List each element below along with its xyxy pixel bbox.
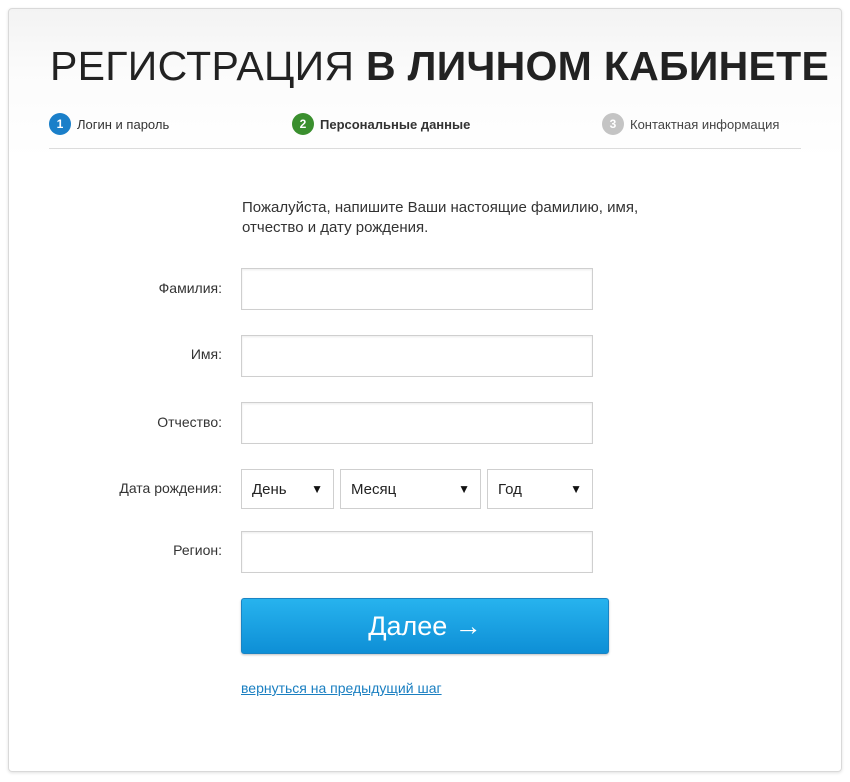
page-title-bold: В ЛИЧНОМ КАБИНЕТЕ [366,43,830,89]
step-1-label: Логин и пароль [77,116,170,132]
step-3-label: Контактная информация [630,116,780,132]
chevron-down-icon: ▼ [570,482,582,496]
step-login-password: 1 Логин и пароль [49,112,169,136]
step-personal-data: 2 Персональные данные [292,112,470,136]
region-label: Регион: [173,542,222,558]
birth-year-select[interactable]: Год ▼ [487,469,593,509]
patronymic-label: Отчество: [157,414,222,430]
steps-divider [49,148,801,149]
step-3-number-icon: 3 [602,113,624,135]
birth-day-value: День [252,480,287,498]
back-to-previous-step-link[interactable]: вернуться на предыдущий шаг [241,680,442,696]
patronymic-input[interactable] [241,402,593,444]
first-name-label: Имя: [190,346,222,362]
step-1-number-icon: 1 [49,113,71,135]
step-2-label: Персональные данные [320,116,471,132]
step-contact-info: 3 Контактная информация [602,112,779,136]
surname-input[interactable] [241,268,593,310]
step-2-number-icon: 2 [292,113,314,135]
next-button[interactable]: Далее → [241,598,609,654]
birth-month-value: Месяц [351,480,397,498]
page-title-light: РЕГИСТРАЦИЯ [50,43,355,89]
first-name-input[interactable] [241,335,593,377]
region-input[interactable] [241,531,593,573]
birth-day-select[interactable]: День ▼ [241,469,334,509]
birth-year-value: Год [498,480,522,498]
chevron-down-icon: ▼ [458,482,470,496]
chevron-down-icon: ▼ [311,482,323,496]
birth-month-select[interactable]: Месяц ▼ [340,469,481,509]
page-title: РЕГИСТРАЦИЯ В ЛИЧНОМ КАБИНЕТЕ [50,38,829,94]
form-intro-text: Пожалуйста, напишите Ваши настоящие фами… [242,199,639,236]
surname-label: Фамилия: [158,280,222,296]
birth-date-label: Дата рождения: [119,480,222,496]
